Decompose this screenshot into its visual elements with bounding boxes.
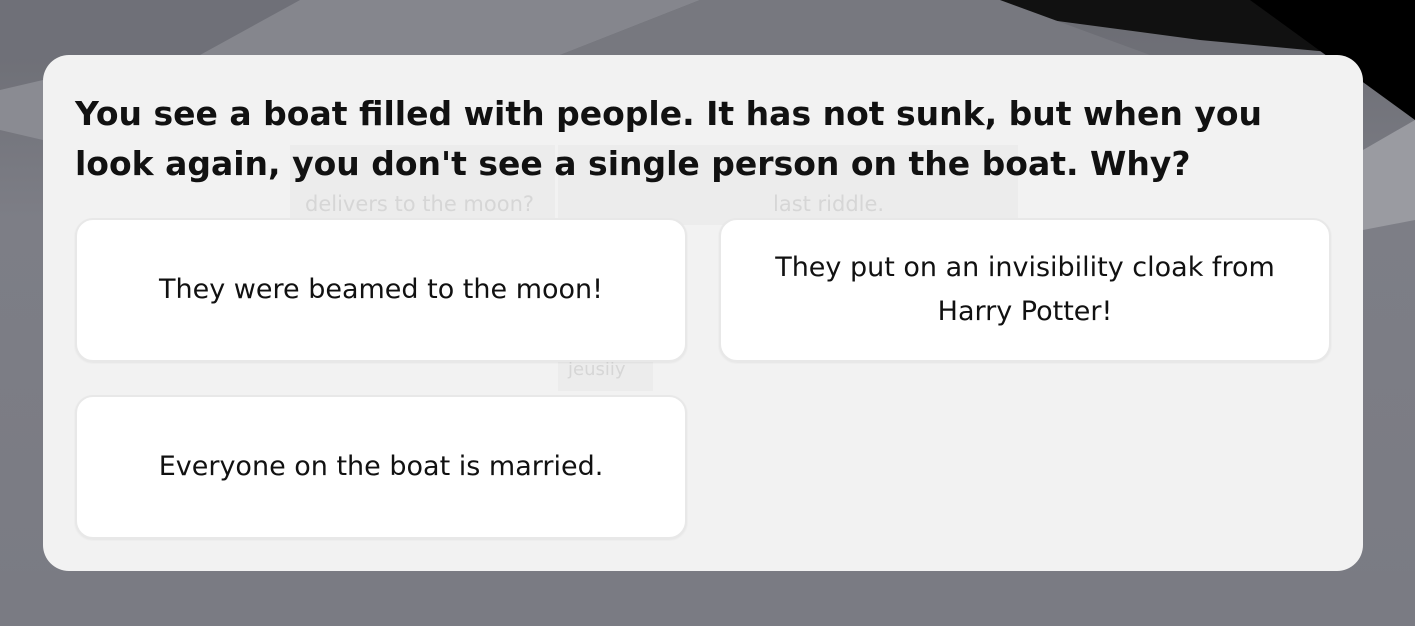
question-text: You see a boat filled with people. It ha… (75, 94, 1263, 183)
answer-label: They were beamed to the moon! (159, 274, 603, 305)
answer-label: They put on an invisibility cloak from H… (775, 252, 1275, 327)
answer-label: Everyone on the boat is married. (158, 451, 604, 482)
answer-button-2[interactable]: They put on an invisibility cloak from H… (719, 218, 1331, 362)
riddle-card: delivers to the moon? last riddle. jeusi… (43, 55, 1363, 571)
answer-button-3[interactable]: Everyone on the boat is married. (75, 395, 687, 539)
ghost-text-left: delivers to the moon? (305, 192, 535, 216)
ghost-text-right: last riddle. (773, 192, 885, 216)
answer-button-1[interactable]: They were beamed to the moon! (75, 218, 687, 362)
